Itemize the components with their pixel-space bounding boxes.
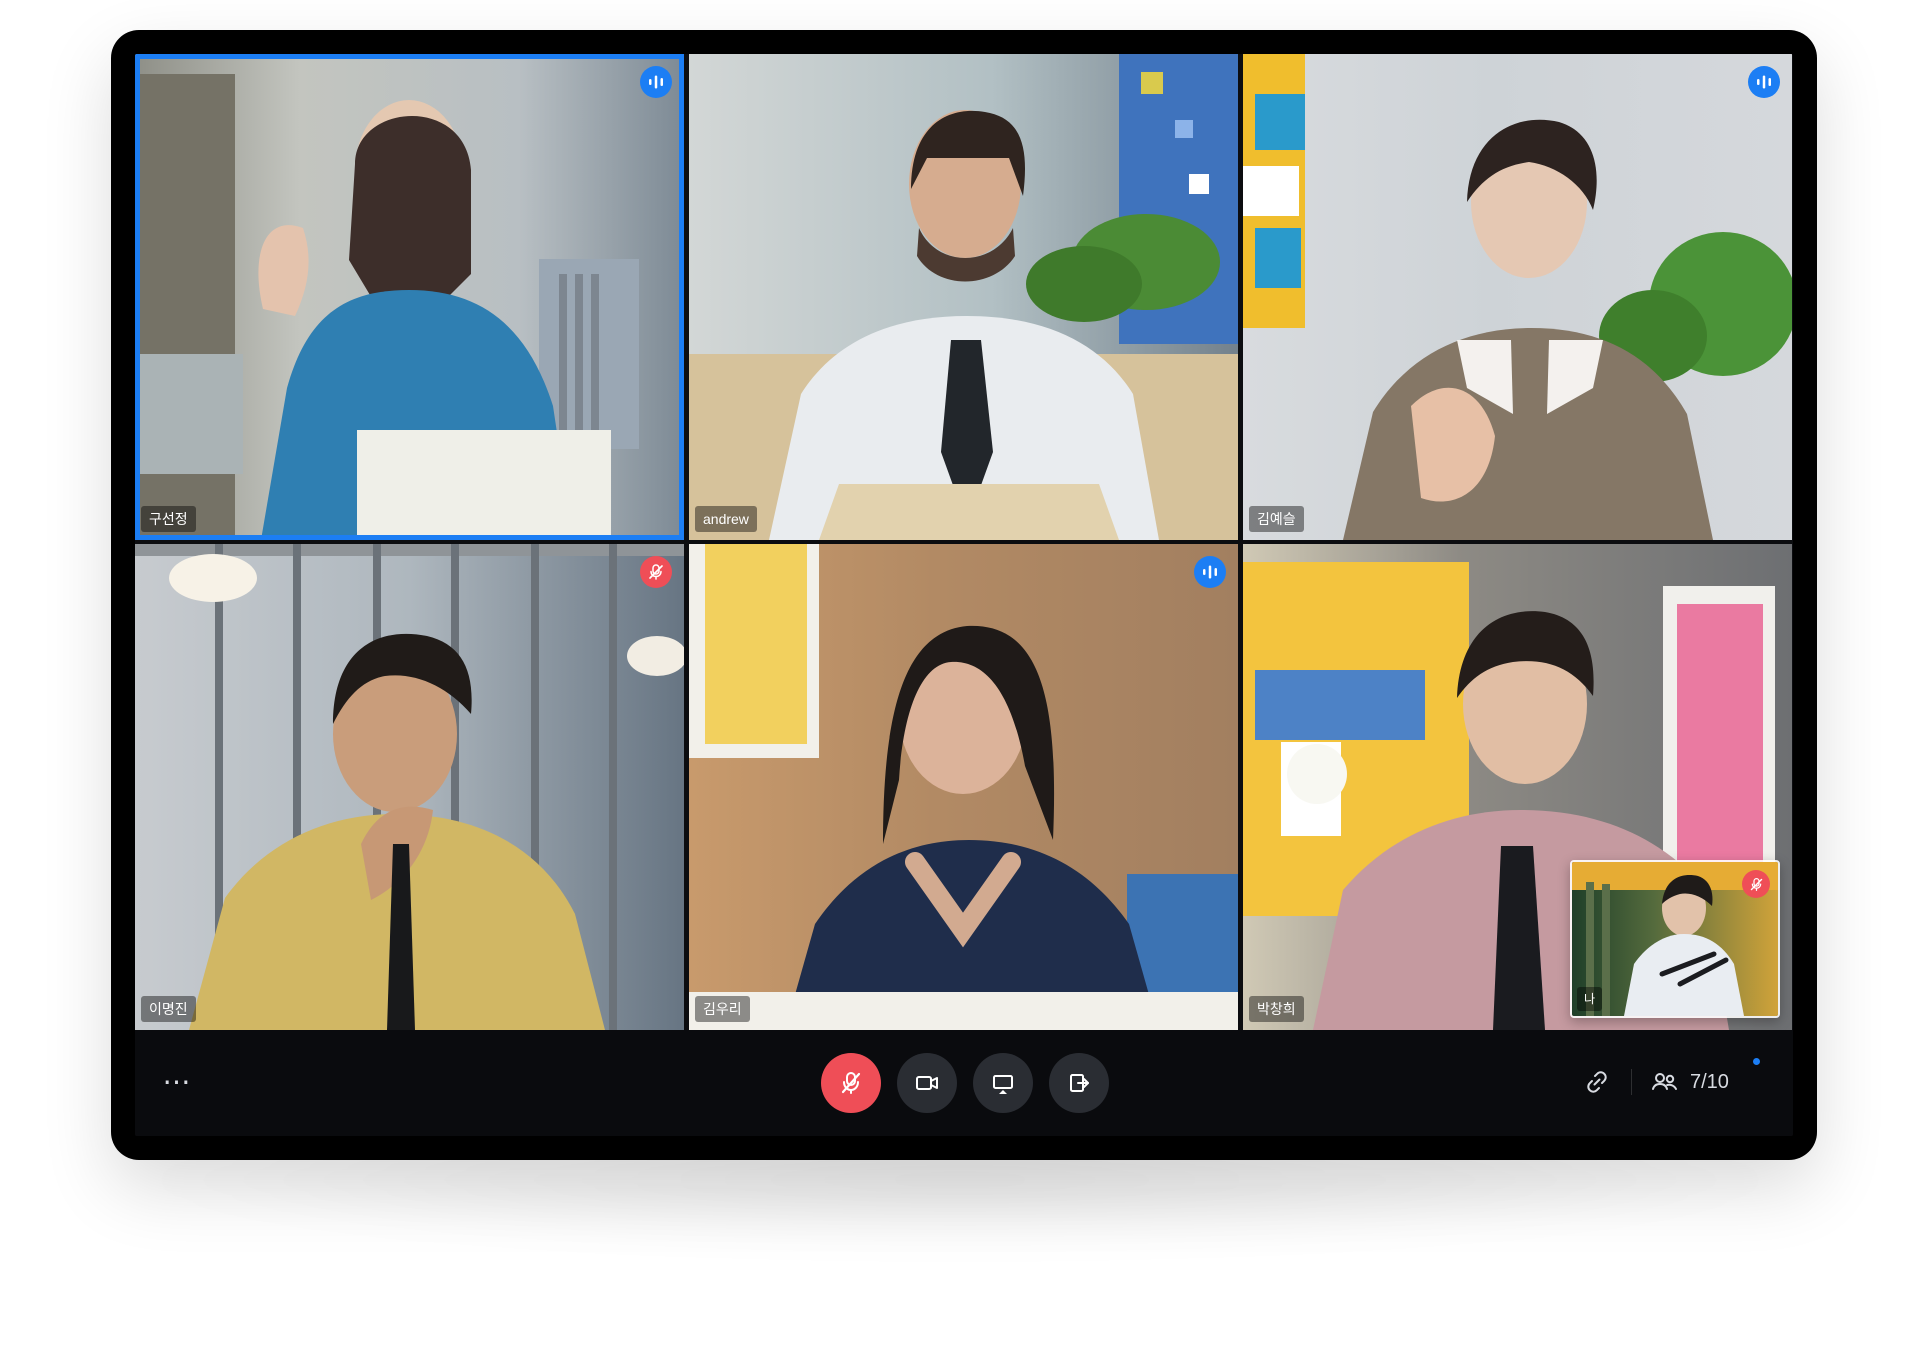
self-view-preview[interactable]: 나 xyxy=(1570,860,1780,1018)
self-name-tag: 나 xyxy=(1577,987,1603,1011)
device-frame: 구선정 andrew 김예슬 이명진 김우리 박창희 나 ⋯ 7/10 xyxy=(111,30,1817,1160)
participant-name-2: andrew xyxy=(695,506,757,532)
meeting-screen: 구선정 andrew 김예슬 이명진 김우리 박창희 나 ⋯ 7/10 xyxy=(135,54,1793,1136)
participants-count: 7/10 xyxy=(1690,1071,1729,1093)
video-tile-6[interactable]: 박창희 나 xyxy=(1243,544,1792,1030)
camera-icon xyxy=(916,1076,938,1090)
video-feed-4 xyxy=(135,544,684,1030)
participant-name-6: 박창희 xyxy=(1249,996,1304,1022)
meeting-toolbar: ⋯ 7/10 xyxy=(135,1030,1793,1136)
more-icon: ⋯ xyxy=(162,1066,192,1097)
self-mic-muted-icon xyxy=(1742,870,1770,898)
video-tile-3[interactable]: 김예슬 xyxy=(1243,54,1792,540)
microphone-off-icon xyxy=(649,564,663,580)
participant-name-5: 김우리 xyxy=(695,996,750,1022)
camera-toggle-button[interactable] xyxy=(897,1053,957,1113)
video-feed-2 xyxy=(689,54,1238,540)
screen-share-button[interactable] xyxy=(973,1053,1033,1113)
speaking-indicator-icon xyxy=(1748,66,1780,98)
microphone-off-icon xyxy=(1750,877,1762,891)
speaking-indicator-icon xyxy=(640,66,672,98)
leave-meeting-button[interactable] xyxy=(1049,1053,1109,1113)
video-feed-1 xyxy=(135,54,684,540)
screen-share-icon xyxy=(993,1075,1013,1094)
leave-icon xyxy=(1070,1074,1089,1092)
video-tile-4[interactable]: 이명진 xyxy=(135,544,684,1030)
video-feed-3 xyxy=(1243,54,1792,540)
notification-dot xyxy=(1753,1058,1760,1065)
video-tile-1[interactable]: 구선정 xyxy=(135,54,684,540)
people-icon xyxy=(1652,1073,1677,1090)
video-tile-5[interactable]: 김우리 xyxy=(689,544,1238,1030)
mic-muted-indicator-icon xyxy=(640,556,672,588)
video-tile-2[interactable]: andrew xyxy=(689,54,1238,540)
audio-bars-icon xyxy=(1203,565,1217,579)
speaking-indicator-icon xyxy=(1194,556,1226,588)
audio-bars-icon xyxy=(649,75,663,89)
audio-bars-icon xyxy=(1757,75,1771,89)
toolbar-divider xyxy=(1631,1069,1632,1095)
participant-name-4: 이명진 xyxy=(141,996,196,1022)
video-feed-5 xyxy=(689,544,1238,1030)
microphone-off-icon xyxy=(841,1072,861,1094)
participant-name-3: 김예슬 xyxy=(1249,506,1304,532)
participants-button[interactable]: 7/10 xyxy=(1650,1061,1729,1103)
mic-toggle-button[interactable] xyxy=(821,1053,881,1113)
participant-name-1: 구선정 xyxy=(141,506,196,532)
copy-link-button[interactable] xyxy=(1580,1065,1614,1099)
link-icon xyxy=(1587,1071,1607,1093)
more-options-button[interactable]: ⋯ xyxy=(163,1054,191,1110)
